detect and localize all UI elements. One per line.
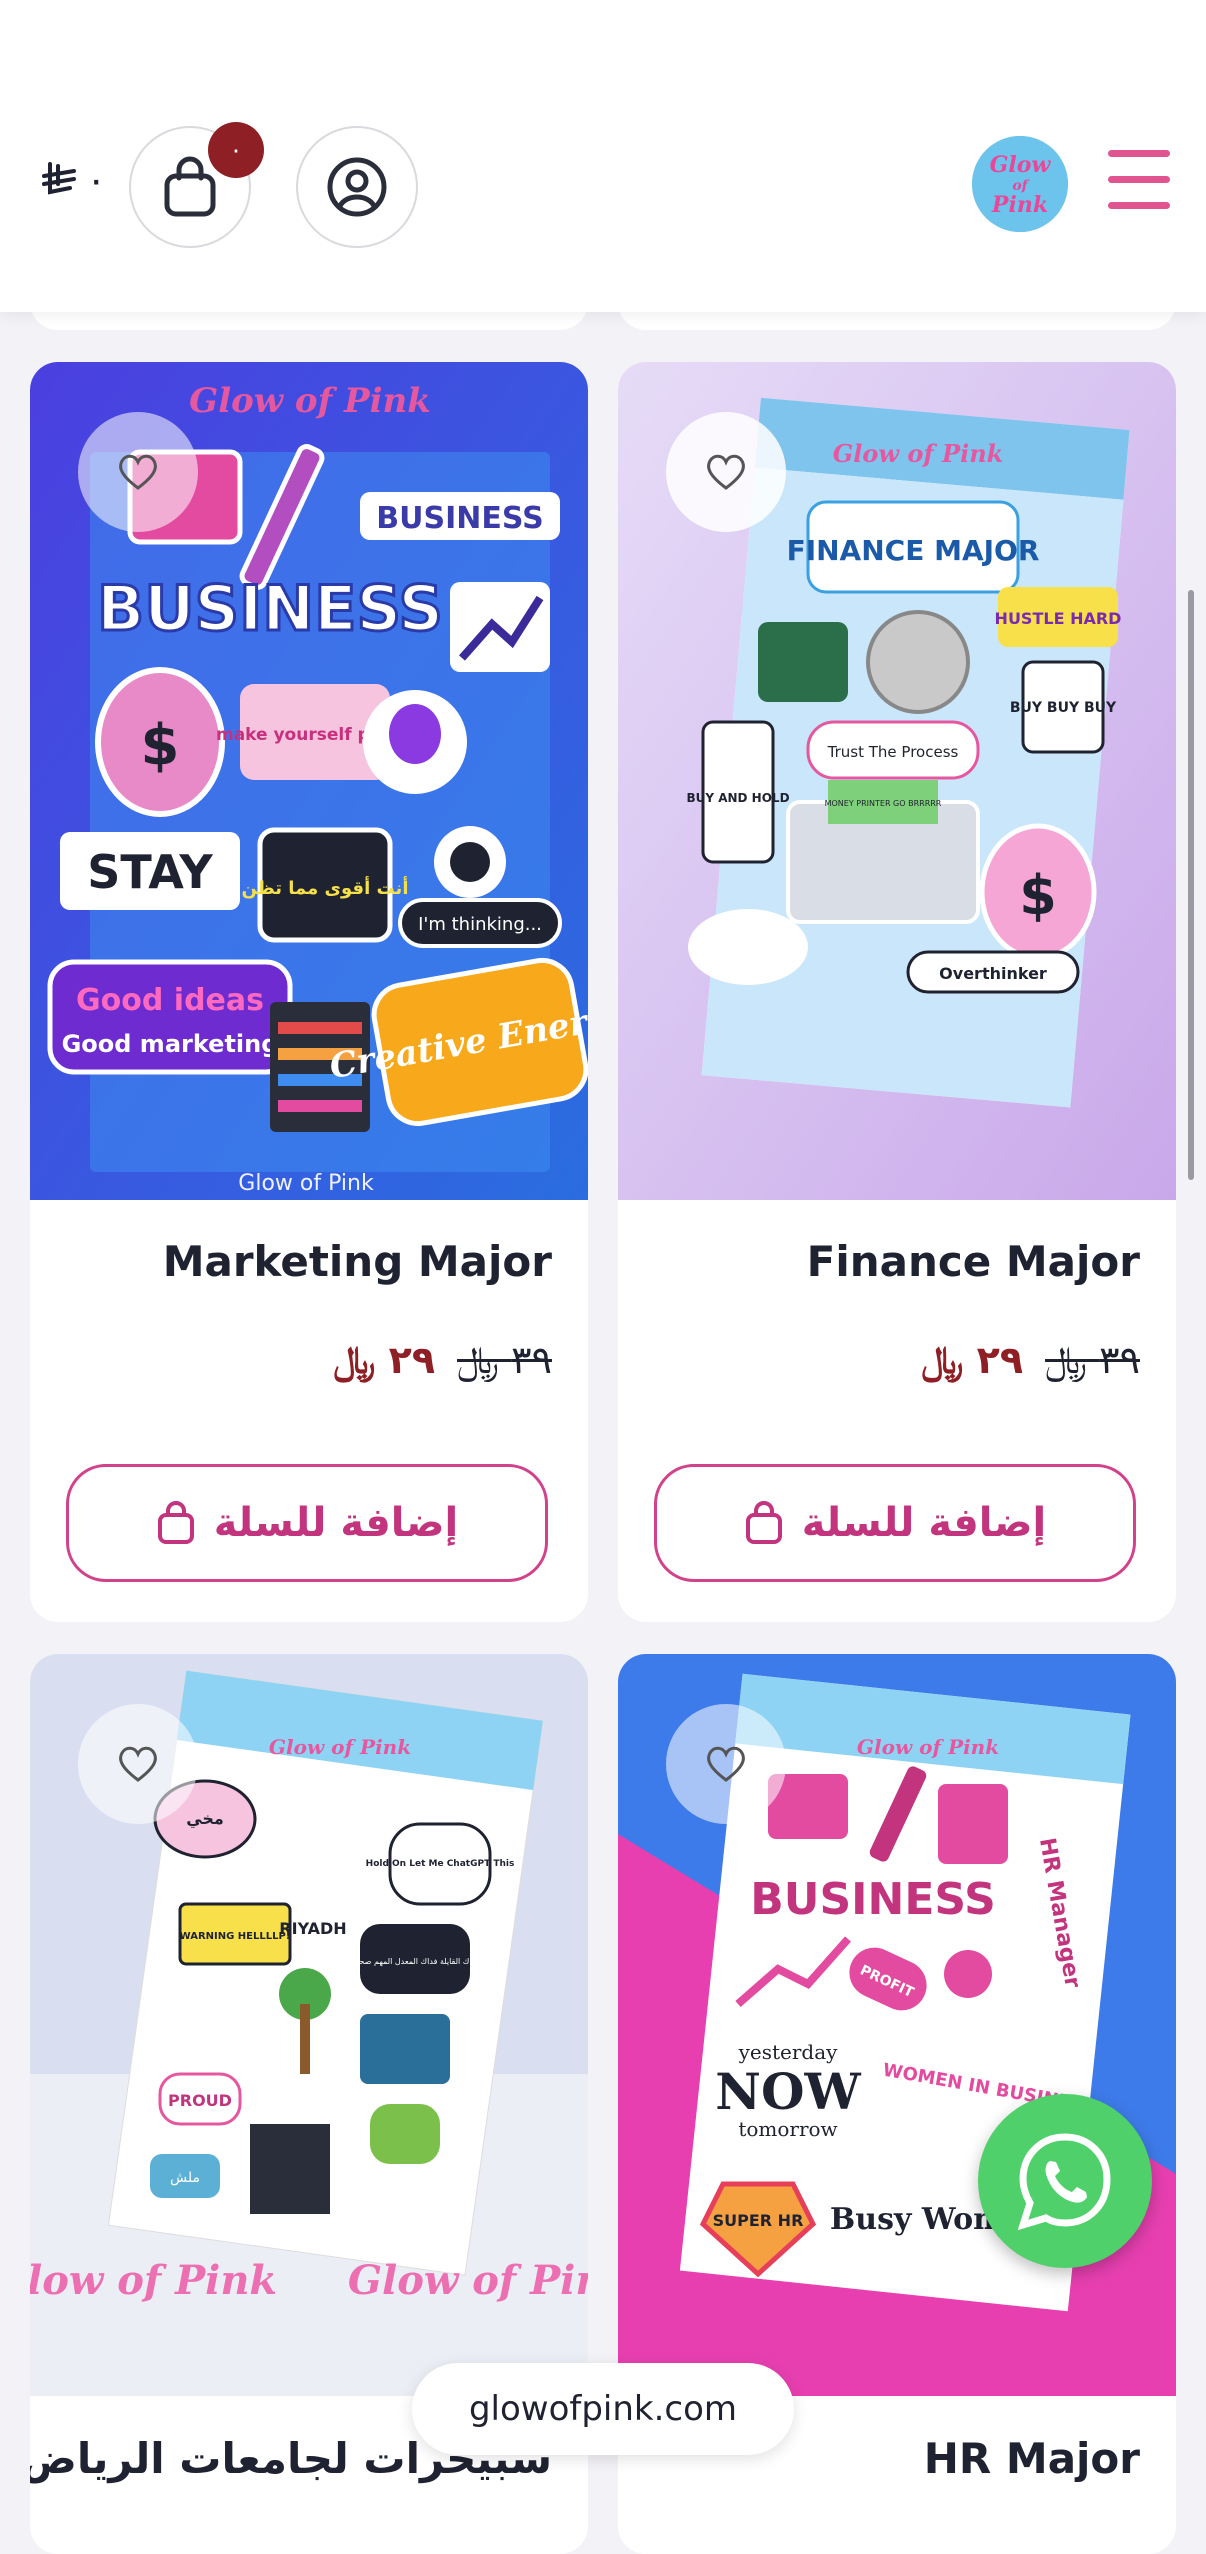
heart-icon: [707, 1746, 745, 1782]
site-header: ٠ ٠ Glow of Pink: [0, 0, 1206, 312]
image-watermark: Glow of Pink: [348, 2257, 588, 2304]
svg-text:$: $: [1019, 864, 1057, 927]
original-price: ٣٩ ﷼: [457, 1338, 552, 1382]
sticker-text: HUSTLE HARD: [995, 609, 1122, 628]
sticker-text: Trust The Process: [827, 743, 959, 761]
menu-button[interactable]: [1108, 150, 1170, 210]
hamburger-icon-line: [1108, 150, 1170, 157]
sticker-text: مخي: [186, 1809, 224, 1829]
sticker-text: yesterday: [738, 2040, 839, 2064]
add-to-cart-label: إضافة للسلة: [801, 1500, 1047, 1546]
shopping-bag-icon: [157, 1501, 194, 1544]
sticker-text: فداك القايلة فداك المعدل المهم صحتك: [350, 1957, 479, 1966]
svg-text:Glow: Glow: [990, 152, 1052, 178]
sticker-text: FINANCE MAJOR: [787, 534, 1040, 567]
add-to-cart-button[interactable]: إضافة للسلة: [654, 1464, 1136, 1582]
logo[interactable]: Glow of Pink: [972, 136, 1068, 232]
user-circle-icon: [327, 157, 387, 217]
image-footer: Glow of Pink: [238, 1171, 374, 1196]
original-price: ٣٩ ﷼: [1045, 1338, 1140, 1382]
wishlist-button[interactable]: [666, 412, 786, 532]
sticker-text: PROUD: [168, 2091, 232, 2110]
sticker-text: أنت أقوى مما تظن: [242, 876, 409, 899]
sticker-text: Hold On Let Me ChatGPT This: [366, 1859, 515, 1869]
riyal-icon: [42, 162, 76, 195]
sheet-heading: Glow of Pink: [189, 381, 431, 421]
add-to-cart-label: إضافة للسلة: [213, 1500, 459, 1546]
shopping-bag-icon: [745, 1501, 782, 1544]
heart-icon: [119, 454, 157, 490]
hamburger-icon-line: [1108, 176, 1170, 183]
sticker-text: SUPER HR: [713, 2211, 804, 2230]
sticker-text: tomorrow: [738, 2117, 837, 2141]
sticker-text: STAY: [87, 845, 213, 899]
wishlist-button[interactable]: [78, 412, 198, 532]
product-card[interactable]: Glow of Pink BUSINESS BUSINESS $ make yo…: [30, 362, 588, 1622]
sticker-text: Good marketing: [62, 1030, 279, 1058]
cart-total-value: ٠: [86, 158, 107, 202]
cart-count-badge: ٠: [208, 122, 264, 178]
product-card[interactable]: Glow of Pink FINANCE MAJOR HUSTLE HARD B…: [618, 362, 1176, 1622]
sticker-text: ملش: [170, 2170, 200, 2186]
sticker-text: MONEY PRINTER GO BRRRRR: [825, 799, 942, 808]
scrollbar[interactable]: [1188, 590, 1194, 1180]
sticker-text: RIYADH: [279, 1919, 346, 1938]
svg-text:Pink: Pink: [991, 192, 1048, 218]
sheet-heading: Glow of Pink: [833, 439, 1004, 468]
sale-price: ٢٩ ﷼: [921, 1338, 1024, 1382]
price-row: ٢٩ ﷼ ٣٩ ﷼: [921, 1338, 1140, 1383]
sticker-text: WARNING HELLLLP!: [180, 1931, 291, 1942]
url-text: glowofpink.com: [468, 2389, 738, 2429]
sticker-text: BUY AND HOLD: [686, 791, 789, 805]
sheet-heading: Glow of Pink: [269, 1735, 411, 1759]
add-to-cart-button[interactable]: إضافة للسلة: [66, 1464, 548, 1582]
sticker-text: Overthinker: [939, 964, 1047, 983]
whatsapp-button[interactable]: [978, 2094, 1152, 2268]
sticker-text: BUSINESS: [97, 572, 443, 645]
cart-total: ٠: [40, 158, 106, 202]
sticker-text: BUY BUY BUY: [1010, 700, 1117, 716]
image-watermark: Glow of Pink: [30, 2257, 277, 2304]
account-button[interactable]: [296, 126, 418, 248]
shopping-bag-icon: [164, 156, 216, 217]
sticker-text: I'm thinking...: [418, 914, 542, 935]
whatsapp-icon: [1017, 2133, 1111, 2231]
price-row: ٢٩ ﷼ ٣٩ ﷼: [333, 1338, 552, 1383]
sticker-text: BUSINESS: [750, 1874, 996, 1925]
hamburger-icon-line: [1108, 202, 1170, 209]
heart-icon: [707, 454, 745, 490]
svg-text:$: $: [141, 713, 180, 778]
sale-price: ٢٩ ﷼: [333, 1338, 436, 1382]
sticker-text: Good ideas: [76, 983, 264, 1018]
wishlist-button[interactable]: [666, 1704, 786, 1824]
product-title[interactable]: Finance Major: [807, 1237, 1140, 1286]
logo-mark: Glow of Pink: [972, 136, 1068, 232]
heart-icon: [119, 1746, 157, 1782]
sticker-text: NOW: [715, 2062, 861, 2121]
sheet-heading: Glow of Pink: [857, 1735, 999, 1759]
sticker-text: BUSINESS: [376, 501, 543, 536]
url-bar[interactable]: glowofpink.com: [412, 2363, 794, 2455]
product-title[interactable]: HR Major: [924, 2434, 1140, 2483]
product-title[interactable]: Marketing Major: [163, 1237, 552, 1286]
wishlist-button[interactable]: [78, 1704, 198, 1824]
